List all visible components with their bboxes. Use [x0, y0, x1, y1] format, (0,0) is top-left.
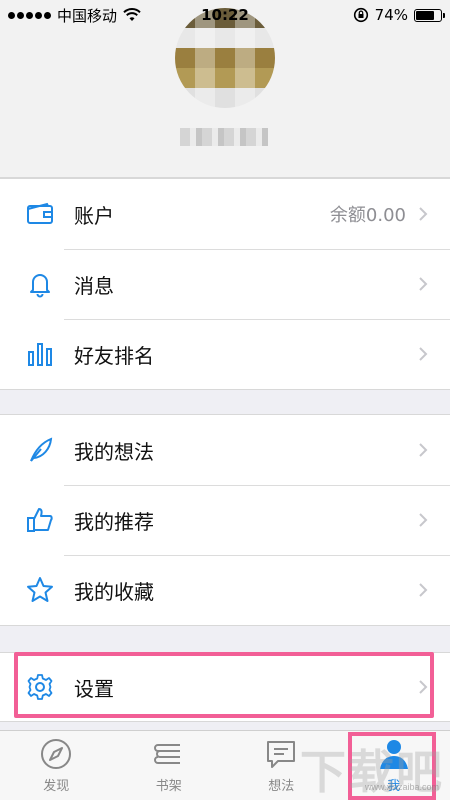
settings-row[interactable]: 设置: [0, 653, 450, 721]
chevron-right-icon: [419, 443, 428, 457]
gear-icon: [24, 671, 56, 703]
compass-icon: [41, 739, 72, 769]
battery-percent: 74%: [374, 6, 408, 24]
my-favorites-row[interactable]: 我的收藏: [0, 555, 450, 625]
tab-thoughts[interactable]: 想法: [225, 731, 338, 800]
chevron-right-icon: [419, 347, 428, 361]
tab-label: 我: [387, 779, 401, 794]
tab-bar: 发现 书架 想法 我: [0, 730, 450, 800]
messages-row[interactable]: 消息: [0, 249, 450, 319]
signal-strength-icon: [8, 11, 51, 19]
settings-group: 设置: [0, 652, 450, 722]
wifi-icon: [123, 8, 141, 21]
account-row[interactable]: 账户 余额0.00: [0, 179, 450, 249]
tab-label: 想法: [268, 779, 295, 794]
my-favorites-label: 我的收藏: [74, 579, 154, 604]
bookshelf-icon: [153, 744, 180, 764]
chevron-right-icon: [419, 680, 428, 694]
bell-icon: [24, 268, 56, 300]
tab-label: 发现: [43, 779, 70, 794]
star-icon: [24, 574, 56, 606]
friend-ranking-label: 好友排名: [74, 343, 154, 368]
friend-ranking-row[interactable]: 好友排名: [0, 319, 450, 389]
social-group: 我的想法 我的推荐 我的收藏: [0, 414, 450, 626]
thumbs-up-icon: [24, 504, 56, 536]
settings-label: 设置: [74, 676, 114, 701]
speech-bubble-icon: [267, 741, 296, 768]
battery-icon: [414, 8, 445, 22]
person-icon: [379, 740, 408, 769]
tab-label: 书架: [155, 779, 182, 794]
account-group: 账户 余额0.00 消息 好友排名: [0, 178, 450, 390]
bar-chart-icon: [24, 338, 56, 370]
status-bar: 中国移动 10:22 74%: [0, 0, 450, 30]
rotation-lock-icon: [353, 7, 368, 23]
chevron-right-icon: [419, 513, 428, 527]
account-label: 账户: [74, 203, 114, 228]
carrier-name: 中国移动: [57, 6, 118, 25]
tab-discover[interactable]: 发现: [0, 731, 113, 800]
tab-bookshelf[interactable]: 书架: [113, 731, 226, 800]
my-thoughts-row[interactable]: 我的想法: [0, 415, 450, 485]
my-recommendations-row[interactable]: 我的推荐: [0, 485, 450, 555]
feather-icon: [24, 434, 56, 466]
tab-me[interactable]: 我: [338, 731, 450, 800]
chevron-right-icon: [419, 583, 428, 597]
username-blurred: [180, 128, 268, 146]
chevron-right-icon: [419, 277, 428, 291]
wallet-icon: [24, 198, 56, 230]
balance-value: 余额0.00: [329, 205, 406, 226]
messages-label: 消息: [74, 273, 114, 298]
my-recommendations-label: 我的推荐: [74, 509, 154, 534]
my-thoughts-label: 我的想法: [74, 439, 154, 464]
chevron-right-icon: [419, 207, 428, 221]
